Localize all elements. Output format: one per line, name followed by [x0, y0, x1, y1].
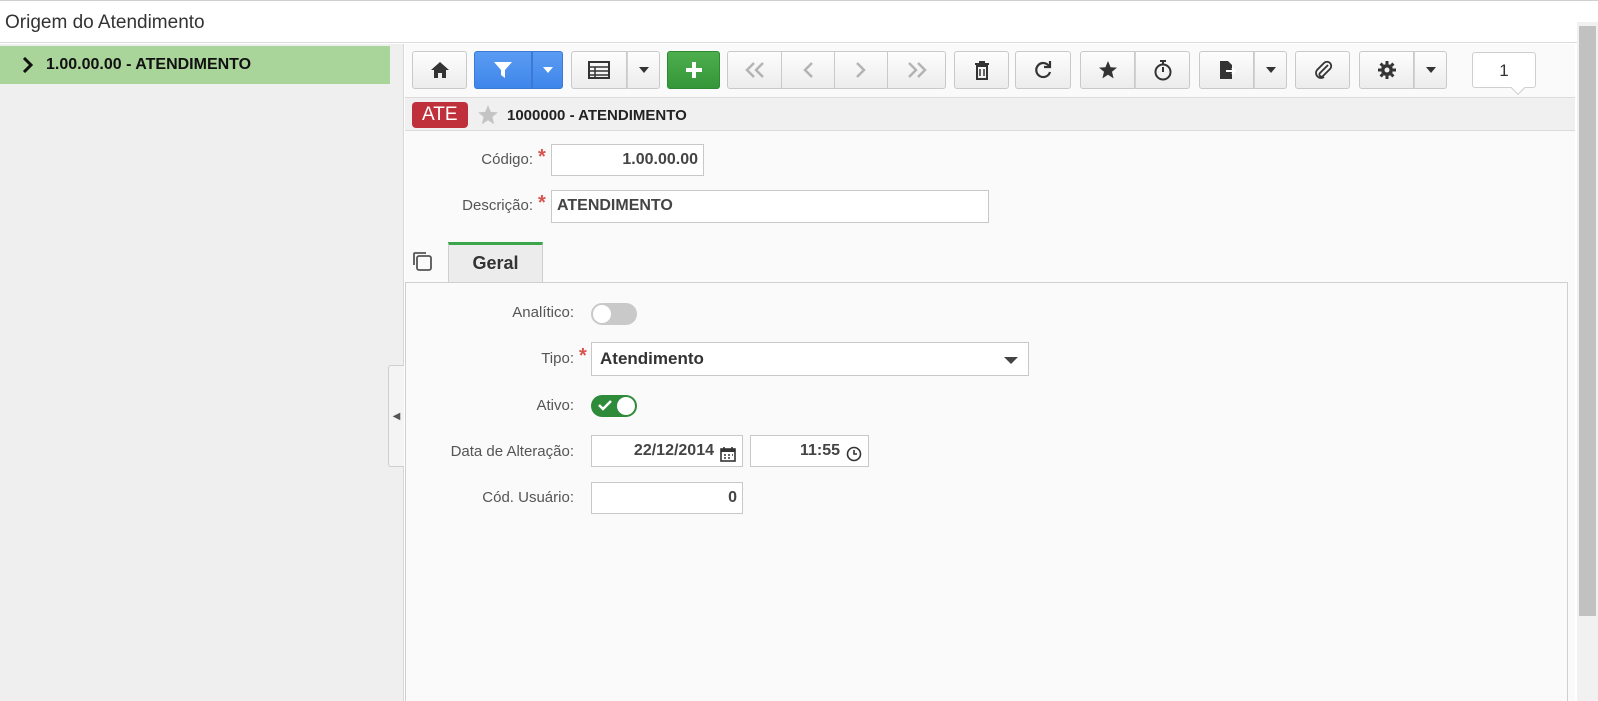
caret-down-icon	[1425, 67, 1436, 73]
descricao-input[interactable]: ATENDIMENTO	[551, 190, 989, 223]
add-button[interactable]	[667, 51, 720, 89]
data-alteracao-label: Data de Alteração:	[450, 443, 574, 460]
grid-view-dropdown-button[interactable]	[627, 51, 660, 89]
record-badge: ATE	[412, 102, 468, 128]
record-header: ATE 1000000 - ATENDIMENTO	[405, 97, 1575, 131]
data-alteracao-time-input[interactable]: 11:55	[750, 435, 869, 467]
gear-icon	[1377, 61, 1396, 79]
filter-icon	[494, 62, 512, 78]
first-record-button[interactable]	[727, 51, 782, 89]
table-icon	[588, 61, 610, 79]
tipo-selected-value: Atendimento	[600, 349, 704, 368]
clock-icon[interactable]	[846, 443, 862, 473]
ativo-toggle[interactable]	[591, 395, 637, 417]
trash-icon	[974, 61, 989, 80]
caret-down-icon	[638, 67, 649, 73]
filter-dropdown-button[interactable]	[532, 51, 563, 89]
double-chevron-right-icon	[907, 62, 927, 78]
date-value: 22/12/2014	[633, 442, 714, 459]
settings-dropdown-button[interactable]	[1414, 51, 1447, 89]
filter-button[interactable]	[474, 51, 532, 89]
page-number: 1	[1499, 61, 1509, 80]
cod-usuario-input[interactable]: 0	[591, 482, 743, 514]
main-panel: 1 ATE 1000000 - ATENDIMENTO Código: * 1.…	[405, 44, 1575, 701]
export-dropdown-button[interactable]	[1254, 51, 1287, 89]
sidebar-collapse-handle[interactable]: ◀	[388, 365, 404, 467]
codigo-label: Código:	[481, 151, 533, 168]
delete-button[interactable]	[954, 51, 1009, 89]
chevron-left-icon	[803, 62, 813, 78]
next-record-button[interactable]	[835, 51, 888, 89]
time-value: 11:55	[799, 442, 840, 459]
tipo-label: Tipo:	[541, 350, 574, 367]
tab-bar: Geral	[405, 240, 1575, 282]
favorite-button[interactable]	[1080, 51, 1135, 89]
attachment-button[interactable]	[1295, 51, 1350, 89]
caret-down-icon	[1265, 67, 1276, 73]
refresh-button[interactable]	[1015, 51, 1071, 89]
star-icon	[1098, 61, 1117, 79]
timer-button[interactable]	[1135, 51, 1190, 89]
descricao-label: Descrição:	[462, 197, 533, 214]
last-record-button[interactable]	[888, 51, 946, 89]
chevron-down-icon	[1004, 357, 1018, 364]
data-alteracao-date-input[interactable]: 22/12/2014	[591, 435, 743, 467]
required-marker: *	[538, 146, 546, 168]
sidebar: 1.00.00.00 - ATENDIMENTO ◀	[0, 44, 404, 701]
tab-geral[interactable]: Geral	[448, 242, 543, 282]
chevron-right-icon[interactable]	[18, 55, 38, 75]
analitico-label: Analítico:	[512, 304, 574, 321]
paperclip-icon	[1314, 60, 1332, 79]
title-bar: Origem do Atendimento	[0, 0, 1598, 43]
favorite-star-icon[interactable]	[477, 104, 499, 131]
tab-panel-geral: Analítico: Tipo: * Atendimento Ativo: Da…	[405, 282, 1568, 701]
tree-item-atendimento[interactable]: 1.00.00.00 - ATENDIMENTO	[0, 46, 390, 84]
required-marker: *	[579, 345, 587, 367]
chevron-right-icon	[856, 62, 866, 78]
record-title: 1000000 - ATENDIMENTO	[507, 107, 687, 124]
ativo-label: Ativo:	[536, 397, 574, 414]
codigo-input[interactable]: 1.00.00.00	[551, 144, 704, 176]
required-marker: *	[538, 192, 546, 214]
tipo-select[interactable]: Atendimento	[591, 342, 1029, 376]
calendar-icon[interactable]	[720, 443, 736, 473]
copy-icon[interactable]	[411, 250, 433, 277]
grid-view-button[interactable]	[571, 51, 627, 89]
export-file-icon	[1219, 61, 1236, 79]
home-icon	[430, 62, 449, 78]
plus-icon	[685, 62, 702, 78]
caret-down-icon	[542, 67, 553, 73]
double-chevron-left-icon	[744, 62, 764, 78]
scrollbar-thumb[interactable]	[1579, 26, 1596, 616]
home-button[interactable]	[412, 51, 467, 89]
vertical-scrollbar[interactable]	[1577, 22, 1598, 701]
cod-usuario-label: Cód. Usuário:	[482, 489, 574, 506]
stopwatch-icon	[1154, 60, 1171, 81]
analitico-toggle[interactable]	[591, 303, 637, 325]
tree-item-label: 1.00.00.00 - ATENDIMENTO	[46, 56, 252, 73]
export-button[interactable]	[1199, 51, 1254, 89]
previous-record-button[interactable]	[782, 51, 835, 89]
check-icon	[598, 400, 612, 411]
page-number-indicator[interactable]: 1	[1472, 52, 1536, 96]
window-title: Origem do Atendimento	[5, 12, 205, 33]
refresh-icon	[1035, 61, 1052, 79]
settings-button[interactable]	[1359, 51, 1414, 89]
